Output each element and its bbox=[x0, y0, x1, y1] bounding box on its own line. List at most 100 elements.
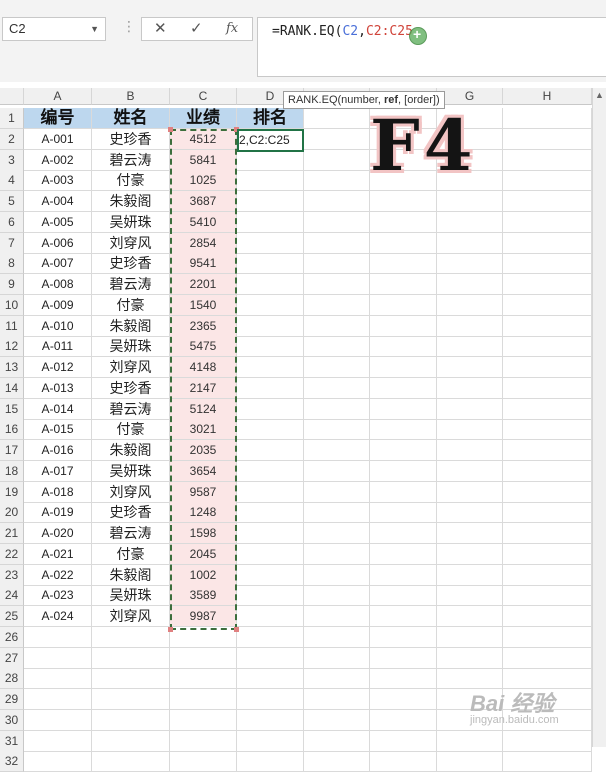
id-cell[interactable]: A-019 bbox=[24, 502, 92, 524]
name-cell[interactable]: 朱毅阁 bbox=[92, 191, 170, 212]
column-header-a[interactable]: A bbox=[24, 88, 92, 105]
id-cell[interactable]: A-009 bbox=[24, 294, 92, 316]
cell[interactable] bbox=[437, 460, 503, 482]
cell[interactable] bbox=[304, 481, 370, 503]
value-cell[interactable]: 9987 bbox=[170, 606, 237, 627]
chevron-up-icon[interactable]: ▲ bbox=[595, 90, 604, 100]
cell[interactable] bbox=[237, 232, 304, 254]
cell[interactable] bbox=[237, 357, 304, 378]
name-cell[interactable]: 刘穿风 bbox=[92, 357, 170, 378]
cell[interactable] bbox=[304, 108, 370, 129]
cell[interactable] bbox=[237, 730, 304, 752]
value-cell[interactable]: 5410 bbox=[170, 211, 237, 233]
cell[interactable] bbox=[304, 294, 370, 316]
cell[interactable] bbox=[370, 481, 437, 503]
cell[interactable] bbox=[304, 149, 370, 171]
cell[interactable] bbox=[237, 149, 304, 171]
chevron-down-icon[interactable]: ▼ bbox=[90, 18, 99, 40]
cell[interactable] bbox=[503, 357, 592, 378]
cell[interactable] bbox=[370, 647, 437, 669]
active-cell-D2[interactable]: 2,C2:C25 bbox=[237, 129, 304, 152]
cell[interactable] bbox=[237, 647, 304, 669]
cell[interactable] bbox=[304, 460, 370, 482]
name-cell[interactable]: 刘穿风 bbox=[92, 606, 170, 627]
cell[interactable] bbox=[370, 191, 437, 212]
cell[interactable] bbox=[304, 253, 370, 275]
cell[interactable] bbox=[503, 253, 592, 275]
column-header-h[interactable]: H bbox=[503, 88, 592, 105]
id-cell[interactable]: A-021 bbox=[24, 543, 92, 565]
cell[interactable] bbox=[237, 606, 304, 627]
cell[interactable] bbox=[237, 626, 304, 648]
cell[interactable] bbox=[437, 523, 503, 544]
cell[interactable] bbox=[437, 398, 503, 420]
row-header-1[interactable]: 1 bbox=[0, 108, 24, 129]
cell[interactable] bbox=[370, 543, 437, 565]
header-cell[interactable]: 姓名 bbox=[92, 108, 170, 129]
name-cell[interactable]: 刘穿风 bbox=[92, 481, 170, 503]
row-header-5[interactable]: 5 bbox=[0, 191, 24, 212]
cell[interactable] bbox=[304, 232, 370, 254]
cell[interactable] bbox=[237, 481, 304, 503]
cell[interactable] bbox=[437, 647, 503, 669]
cell[interactable] bbox=[437, 253, 503, 275]
cell[interactable] bbox=[503, 585, 592, 607]
name-cell[interactable]: 碧云涛 bbox=[92, 149, 170, 171]
cell[interactable] bbox=[370, 709, 437, 731]
cell[interactable] bbox=[370, 689, 437, 710]
value-cell[interactable]: 3654 bbox=[170, 460, 237, 482]
cell[interactable] bbox=[237, 543, 304, 565]
cell[interactable] bbox=[237, 523, 304, 544]
name-cell[interactable]: 付豪 bbox=[92, 170, 170, 192]
name-cell[interactable]: 史珍香 bbox=[92, 128, 170, 150]
cell[interactable] bbox=[237, 502, 304, 524]
cell[interactable] bbox=[304, 357, 370, 378]
value-cell[interactable]: 9541 bbox=[170, 253, 237, 275]
row-header-29[interactable]: 29 bbox=[0, 689, 24, 710]
cell[interactable] bbox=[304, 689, 370, 710]
cell[interactable] bbox=[370, 440, 437, 461]
value-cell[interactable]: 3687 bbox=[170, 191, 237, 212]
row-header-9[interactable]: 9 bbox=[0, 274, 24, 295]
cell[interactable] bbox=[503, 232, 592, 254]
cell[interactable] bbox=[170, 668, 237, 690]
row-header-30[interactable]: 30 bbox=[0, 709, 24, 731]
name-cell[interactable]: 吴妍珠 bbox=[92, 211, 170, 233]
cell[interactable] bbox=[24, 689, 92, 710]
row-header-10[interactable]: 10 bbox=[0, 294, 24, 316]
header-cell[interactable]: 排名 bbox=[237, 108, 304, 129]
name-cell[interactable]: 吴妍珠 bbox=[92, 585, 170, 607]
value-cell[interactable]: 2147 bbox=[170, 377, 237, 399]
cell[interactable] bbox=[237, 585, 304, 607]
range-handle[interactable] bbox=[168, 127, 173, 132]
cell[interactable] bbox=[503, 481, 592, 503]
row-header-3[interactable]: 3 bbox=[0, 149, 24, 171]
cell[interactable] bbox=[437, 730, 503, 752]
cell[interactable] bbox=[370, 751, 437, 772]
cell[interactable] bbox=[237, 191, 304, 212]
value-cell[interactable]: 2035 bbox=[170, 440, 237, 461]
cell[interactable] bbox=[437, 232, 503, 254]
cell[interactable] bbox=[503, 440, 592, 461]
cell[interactable] bbox=[437, 564, 503, 586]
cell[interactable] bbox=[370, 232, 437, 254]
row-header-11[interactable]: 11 bbox=[0, 315, 24, 337]
cell[interactable] bbox=[503, 460, 592, 482]
cell[interactable] bbox=[437, 274, 503, 295]
cell[interactable] bbox=[237, 668, 304, 690]
column-header-g[interactable]: G bbox=[437, 88, 503, 105]
cell[interactable] bbox=[24, 668, 92, 690]
range-handle[interactable] bbox=[168, 627, 173, 632]
value-cell[interactable]: 2365 bbox=[170, 315, 237, 337]
cell[interactable] bbox=[370, 585, 437, 607]
cell[interactable] bbox=[24, 709, 92, 731]
cell[interactable] bbox=[503, 191, 592, 212]
vertical-scrollbar[interactable]: ▲ bbox=[592, 88, 606, 747]
id-cell[interactable]: A-007 bbox=[24, 253, 92, 275]
id-cell[interactable]: A-012 bbox=[24, 357, 92, 378]
cell[interactable] bbox=[437, 481, 503, 503]
name-cell[interactable]: 付豪 bbox=[92, 419, 170, 441]
cell[interactable] bbox=[237, 294, 304, 316]
cell[interactable] bbox=[170, 709, 237, 731]
cell[interactable] bbox=[304, 668, 370, 690]
